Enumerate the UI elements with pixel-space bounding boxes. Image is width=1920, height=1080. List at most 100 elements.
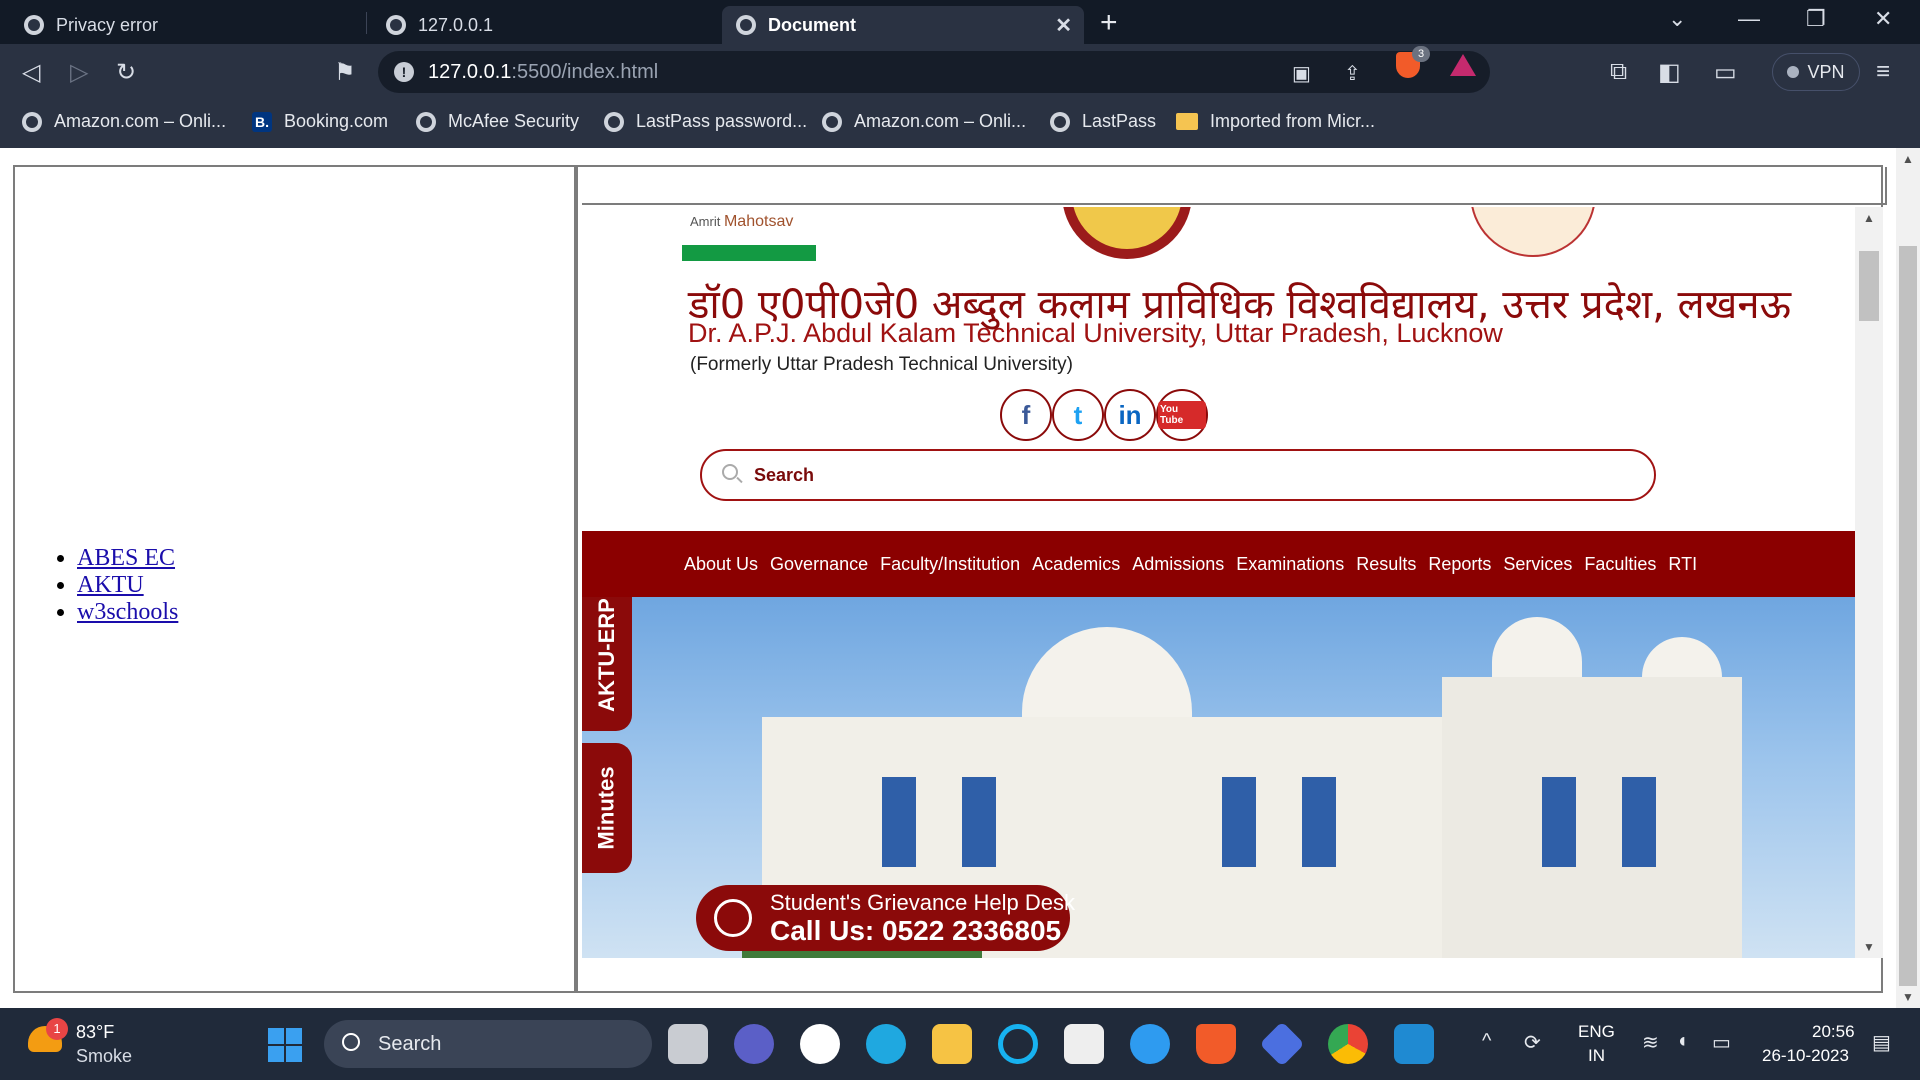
menu-icon[interactable]: ≡ bbox=[1876, 58, 1890, 86]
reload-icon[interactable]: ↻ bbox=[116, 58, 136, 87]
search-icon bbox=[722, 464, 738, 480]
wifi-icon[interactable]: ≋ bbox=[1642, 1030, 1659, 1055]
tab-label: 127.0.0.1 bbox=[418, 14, 494, 35]
brave-browser-icon[interactable] bbox=[1196, 1024, 1236, 1064]
windows-taskbar: 1 83°F Smoke Search ^ ⟳ ENG IN ≋ ◖ ▭ 20:… bbox=[0, 1008, 1920, 1080]
sidebar-icon[interactable]: ◧ bbox=[1658, 58, 1681, 87]
bookmark-icon[interactable]: ⚑ bbox=[334, 58, 356, 87]
scroll-down-icon[interactable]: ▼ bbox=[1863, 940, 1875, 954]
aktu-erp-tab[interactable]: AKTU-ERP bbox=[582, 597, 632, 731]
minimize-button[interactable]: — bbox=[1738, 6, 1760, 32]
volume-icon[interactable]: ◖ bbox=[1676, 1030, 1688, 1053]
wallet-icon[interactable]: ▭ bbox=[1714, 58, 1737, 87]
link-aktu[interactable]: AKTU bbox=[77, 572, 144, 598]
vpn-button[interactable]: VPN bbox=[1772, 53, 1860, 91]
share-icon[interactable]: ⇪ bbox=[1344, 61, 1361, 86]
translate-icon[interactable]: ▣ bbox=[1292, 61, 1311, 86]
tab-document[interactable]: Document ✕ bbox=[722, 6, 1084, 44]
task-view-icon[interactable] bbox=[668, 1024, 708, 1064]
facebook-icon[interactable]: f bbox=[1000, 389, 1052, 441]
tab-label: Document bbox=[768, 14, 857, 35]
nav-rti[interactable]: RTI bbox=[1668, 554, 1697, 575]
link-abes-ec[interactable]: ABES EC bbox=[77, 545, 175, 571]
bookmark-mcafee[interactable]: McAfee Security bbox=[416, 111, 579, 132]
page-scrollbar[interactable]: ▲ ▼ bbox=[1896, 148, 1920, 1008]
tab-search-chevron-icon[interactable]: ⌄ bbox=[1668, 6, 1686, 32]
teams-chat-icon[interactable] bbox=[734, 1024, 774, 1064]
close-tab-icon[interactable]: ✕ bbox=[1055, 13, 1072, 38]
nav-results[interactable]: Results bbox=[1356, 554, 1416, 575]
new-tab-button[interactable]: + bbox=[1100, 6, 1118, 40]
extensions-icon[interactable]: ⧉ bbox=[1610, 58, 1627, 86]
youtube-icon[interactable]: You Tube bbox=[1156, 389, 1208, 441]
chatgpt-icon[interactable] bbox=[800, 1024, 840, 1064]
microsoft-store-icon[interactable] bbox=[1064, 1024, 1104, 1064]
help-icon[interactable] bbox=[1130, 1024, 1170, 1064]
region-indicator[interactable]: IN bbox=[1588, 1046, 1605, 1066]
taskbar-search[interactable]: Search bbox=[324, 1020, 652, 1068]
restore-button[interactable]: ❐ bbox=[1806, 6, 1826, 32]
site-info-icon[interactable]: ! bbox=[394, 62, 414, 82]
nav-services[interactable]: Services bbox=[1503, 554, 1572, 575]
list-item: w3schools bbox=[77, 599, 178, 626]
forward-icon[interactable]: ▷ bbox=[70, 58, 88, 87]
bookmark-amazon[interactable]: Amazon.com – Onli... bbox=[22, 111, 226, 132]
sync-icon[interactable]: ⟳ bbox=[1524, 1030, 1541, 1055]
edge-icon[interactable] bbox=[866, 1024, 906, 1064]
clock-time[interactable]: 20:56 bbox=[1812, 1022, 1855, 1042]
nav-admissions[interactable]: Admissions bbox=[1132, 554, 1224, 575]
language-indicator[interactable]: ENG bbox=[1578, 1022, 1615, 1042]
page-scroll-thumb[interactable] bbox=[1899, 246, 1917, 986]
bookmark-booking[interactable]: B. Booking.com bbox=[252, 111, 388, 132]
grievance-helpdesk-banner[interactable]: Student's Grievance Help Desk Call Us: 0… bbox=[696, 885, 1075, 951]
url-text[interactable]: 127.0.0.1:5500/index.html bbox=[428, 61, 658, 84]
notifications-icon[interactable]: ▤ bbox=[1872, 1030, 1891, 1055]
show-hidden-icons-chevron-icon[interactable]: ^ bbox=[1482, 1030, 1491, 1053]
scroll-up-icon[interactable]: ▲ bbox=[1863, 211, 1875, 225]
linkedin-icon[interactable]: in bbox=[1104, 389, 1156, 441]
minutes-tab[interactable]: Minutes bbox=[582, 743, 632, 873]
chrome-icon[interactable] bbox=[1328, 1024, 1368, 1064]
battery-icon[interactable]: ▭ bbox=[1712, 1030, 1731, 1055]
nav-examinations[interactable]: Examinations bbox=[1236, 554, 1344, 575]
nav-faculties[interactable]: Faculties bbox=[1584, 554, 1656, 575]
twitter-icon[interactable]: t bbox=[1052, 389, 1104, 441]
clock-date[interactable]: 26-10-2023 bbox=[1762, 1046, 1849, 1066]
tab-privacy-error[interactable]: Privacy error bbox=[10, 6, 172, 44]
building-window bbox=[1222, 777, 1256, 867]
weather-desc[interactable]: Smoke bbox=[76, 1046, 132, 1067]
copilot-icon[interactable] bbox=[1259, 1021, 1305, 1067]
vscode-icon[interactable] bbox=[1394, 1024, 1434, 1064]
embedded-site: Amrit Mahotsav डॉ0 ए0पी0जे0 अब्दुल कलाम … bbox=[582, 207, 1855, 958]
cortana-icon[interactable] bbox=[998, 1024, 1038, 1064]
address-bar[interactable]: ! 127.0.0.1:5500/index.html ▣ ⇪ bbox=[378, 51, 1490, 93]
inner-scroll-thumb[interactable] bbox=[1859, 251, 1879, 321]
bookmark-lastpass[interactable]: LastPass bbox=[1050, 111, 1156, 132]
weather-temp[interactable]: 83°F bbox=[76, 1022, 114, 1043]
nav-governance[interactable]: Governance bbox=[770, 554, 868, 575]
scroll-down-icon[interactable]: ▼ bbox=[1902, 990, 1914, 1004]
bookmark-amazon-2[interactable]: Amazon.com – Onli... bbox=[822, 111, 1026, 132]
back-icon[interactable]: ◁ bbox=[22, 58, 40, 87]
site-search-input[interactable]: Search bbox=[700, 449, 1656, 501]
bookmark-lastpass-password[interactable]: LastPass password... bbox=[604, 111, 807, 132]
weather-badge: 1 bbox=[46, 1018, 68, 1040]
link-w3schools[interactable]: w3schools bbox=[77, 599, 178, 625]
tab-favicon-icon bbox=[24, 15, 44, 35]
nav-reports[interactable]: Reports bbox=[1428, 554, 1491, 575]
brave-rewards-icon[interactable] bbox=[1450, 54, 1476, 76]
nav-about-us[interactable]: About Us bbox=[684, 554, 758, 575]
inner-scrollbar[interactable]: ▲ ▼ bbox=[1855, 207, 1883, 958]
file-explorer-icon[interactable] bbox=[932, 1024, 972, 1064]
globe-icon bbox=[604, 111, 624, 132]
bookmark-folder-imported[interactable]: Imported from Micr... bbox=[1176, 111, 1375, 132]
nav-academics[interactable]: Academics bbox=[1032, 554, 1120, 575]
scroll-up-icon[interactable]: ▲ bbox=[1902, 152, 1914, 166]
close-window-button[interactable]: ✕ bbox=[1874, 6, 1892, 32]
globe-icon bbox=[1050, 111, 1070, 132]
tab-localhost[interactable]: 127.0.0.1 bbox=[372, 6, 507, 44]
nav-faculty-institution[interactable]: Faculty/Institution bbox=[880, 554, 1020, 575]
building-window bbox=[1542, 777, 1576, 867]
start-button[interactable] bbox=[268, 1028, 302, 1062]
kalam-portrait bbox=[1470, 207, 1596, 257]
